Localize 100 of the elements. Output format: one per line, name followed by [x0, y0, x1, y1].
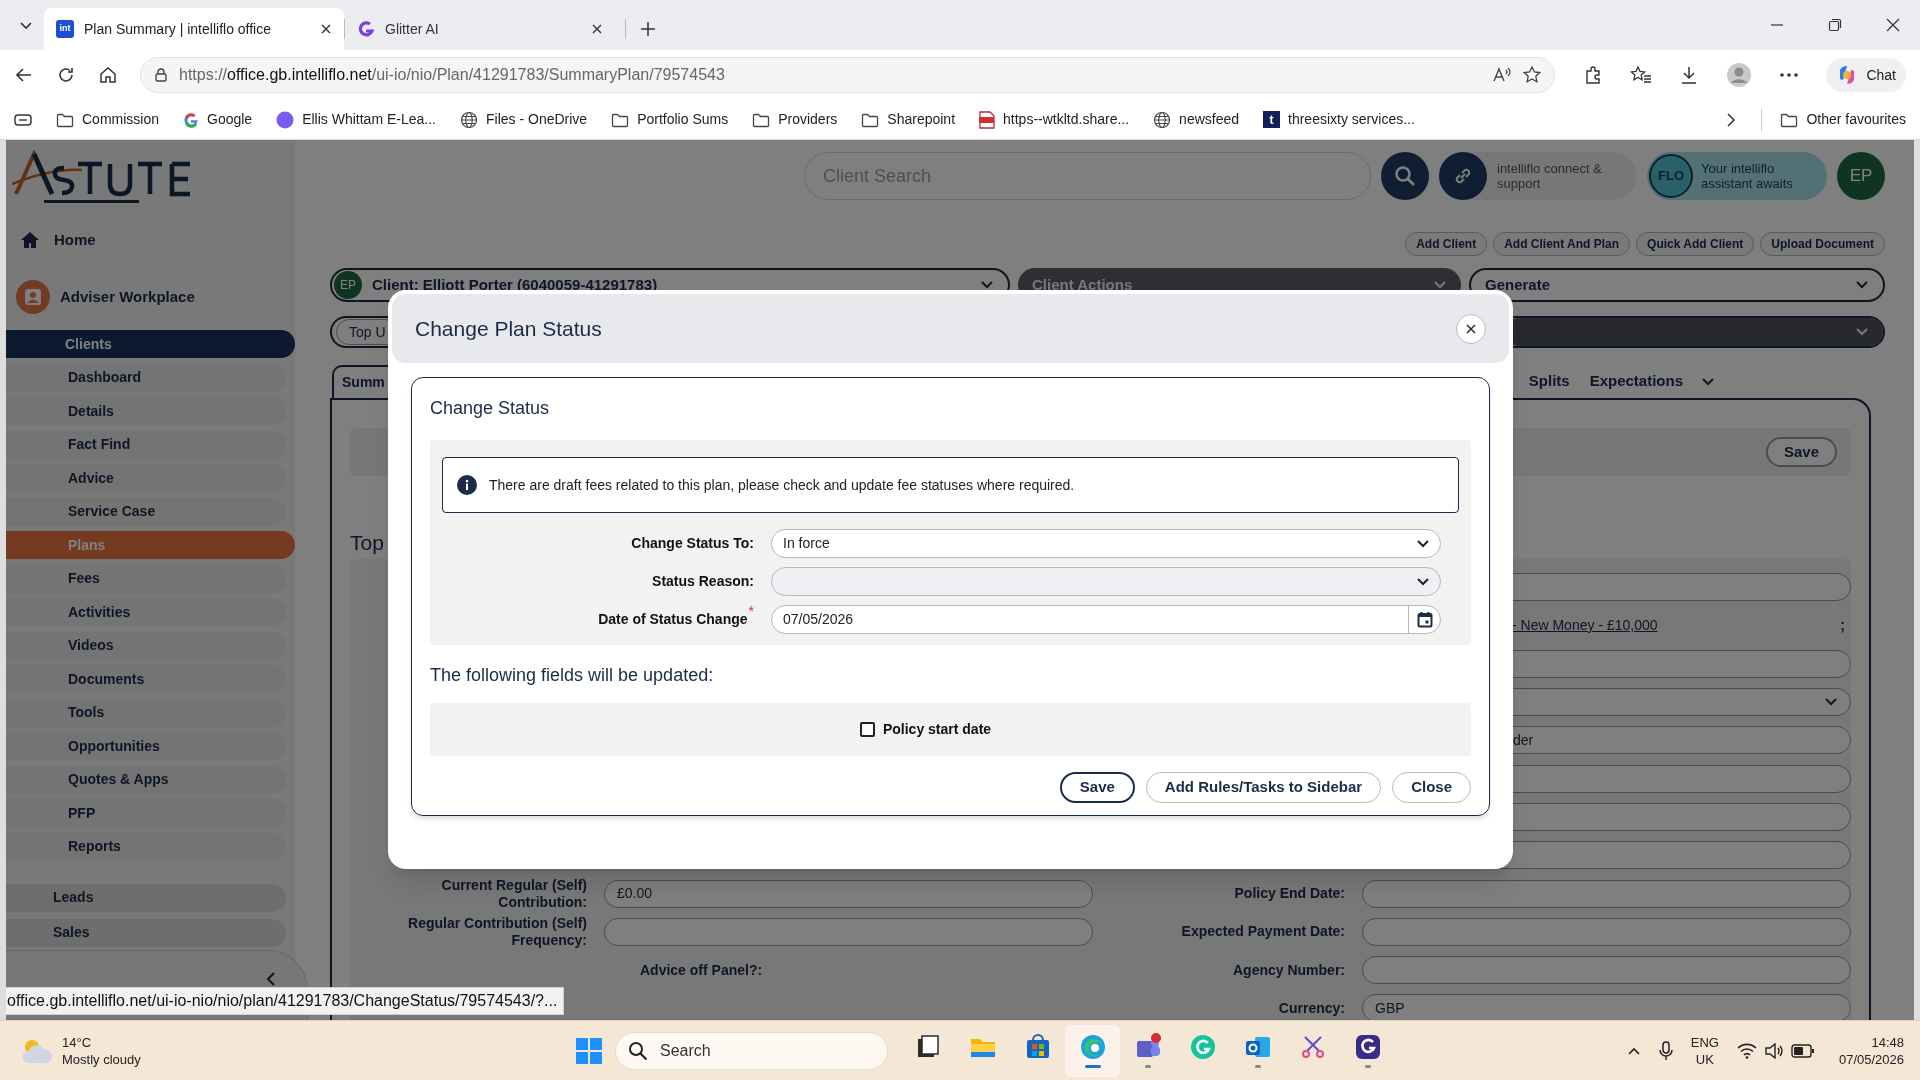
- sidebar-item[interactable]: PFP: [6, 799, 286, 827]
- bookmark[interactable]: t threesixty services...: [1263, 109, 1415, 130]
- plan-tab[interactable]: Expectations: [1579, 365, 1693, 398]
- sidebar-item[interactable]: Quotes & Apps: [6, 765, 286, 794]
- input-field[interactable]: [1362, 917, 1851, 946]
- bookmark[interactable]: newsfeed: [1153, 109, 1240, 130]
- chevron-up-icon[interactable]: [1626, 1045, 1641, 1056]
- close-icon[interactable]: [591, 23, 603, 35]
- weather-widget[interactable]: 14°C Mostly cloudy: [20, 1033, 540, 1068]
- sidebar-item[interactable]: Fact Find: [6, 430, 286, 459]
- browser-tab[interactable]: Glitter AI: [345, 8, 615, 50]
- start-icon[interactable]: [575, 1036, 603, 1065]
- dialog-button[interactable]: Save: [1059, 772, 1135, 803]
- sidebar-item[interactable]: Activities: [6, 598, 286, 626]
- close-button[interactable]: [1456, 313, 1486, 344]
- browser-tab[interactable]: int Plan Summary | intelliflo office: [44, 8, 344, 50]
- bookmark[interactable]: Ellis Whittam E-Lea...: [276, 109, 436, 130]
- restore-icon[interactable]: [1828, 18, 1842, 32]
- plan-link[interactable]: - New Money - £10,000: [1512, 614, 1658, 636]
- connect-button[interactable]: intelliflo connect & support: [1439, 152, 1637, 200]
- read-aloud-icon[interactable]: [1492, 66, 1513, 84]
- header-button[interactable]: Quick Add Client: [1636, 232, 1755, 256]
- select-field[interactable]: [771, 567, 1441, 596]
- sidebar-item[interactable]: Advice: [6, 464, 286, 492]
- date-field[interactable]: 07/05/2026: [771, 605, 1441, 634]
- battery-icon[interactable]: [1790, 1043, 1815, 1058]
- close-icon[interactable]: [1886, 18, 1900, 32]
- sidebar-item[interactable]: Dashboard: [6, 363, 286, 392]
- chevron-down-icon: [1855, 280, 1869, 290]
- search-button[interactable]: [1381, 152, 1429, 200]
- sidebar-item[interactable]: Details: [6, 397, 286, 425]
- new-tab-icon[interactable]: [640, 21, 656, 37]
- header-button[interactable]: Add Client: [1405, 232, 1488, 256]
- close-icon[interactable]: [320, 23, 332, 35]
- favicon: int: [56, 20, 74, 38]
- dialog-button[interactable]: Add Rules/Tasks to Sidebar: [1145, 772, 1382, 803]
- field-label: Policy End Date:: [1234, 885, 1345, 902]
- chevron-down-icon[interactable]: [1701, 376, 1715, 387]
- taskbar-search[interactable]: Search: [615, 1031, 888, 1070]
- chevron-right-icon[interactable]: [1725, 111, 1738, 128]
- clock[interactable]: 14:48 07/05/2026: [1838, 1033, 1904, 1068]
- language-indicator[interactable]: ENG UK: [1690, 1033, 1719, 1068]
- bookmark[interactable]: Providers: [752, 109, 838, 130]
- bookmark[interactable]: Portfolio Sums: [611, 109, 729, 130]
- input-field[interactable]: [1362, 956, 1851, 985]
- section-heading: Top: [350, 530, 384, 556]
- volume-icon[interactable]: [1764, 1042, 1783, 1059]
- checkbox[interactable]: [859, 722, 875, 737]
- home-link[interactable]: Home: [20, 222, 295, 258]
- sidebar-item[interactable]: Leads: [6, 883, 286, 912]
- collections-icon[interactable]: [14, 111, 32, 128]
- sidebar-item[interactable]: Opportunities: [6, 732, 286, 760]
- input-field[interactable]: £0.00: [604, 879, 1093, 908]
- circle-badge-icon: [276, 110, 295, 129]
- edge-icon[interactable]: [1078, 1033, 1107, 1061]
- sidebar-item[interactable]: Documents: [6, 665, 286, 693]
- sidebar-item[interactable]: Videos: [6, 631, 286, 660]
- generate-dropdown[interactable]: Generate: [1469, 268, 1885, 302]
- bookmark[interactable]: Google: [183, 109, 253, 130]
- refresh-icon[interactable]: [56, 65, 76, 85]
- glitter-app-icon[interactable]: [1353, 1033, 1382, 1061]
- adviser-workplace-link[interactable]: Adviser Workplace: [16, 278, 295, 316]
- user-avatar[interactable]: EP: [1837, 152, 1885, 200]
- sidebar-item[interactable]: Tools: [6, 698, 286, 727]
- more-icon[interactable]: [1779, 72, 1800, 78]
- sidebar-item[interactable]: Fees: [6, 564, 286, 593]
- favorites-icon[interactable]: [1630, 65, 1653, 85]
- bookmark[interactable]: Sharepoint: [861, 109, 956, 130]
- bookmark[interactable]: Other favourites: [1780, 109, 1906, 130]
- bookmark[interactable]: https--wtkltd.share...: [979, 109, 1130, 130]
- star-icon[interactable]: [1522, 65, 1543, 85]
- globe-icon: [1153, 110, 1172, 129]
- input-field[interactable]: [1362, 879, 1851, 908]
- select-field[interactable]: In force: [771, 529, 1441, 558]
- collapse-icon[interactable]: [265, 971, 277, 987]
- header-button[interactable]: Upload Document: [1760, 232, 1885, 256]
- plan-tab[interactable]: Splits: [1518, 365, 1580, 398]
- address-bar[interactable]: https://office.gb.intelliflo.net/ui-io/nio/Plan/41291783/SummaryPlan/79574543: [140, 57, 1556, 93]
- header-button[interactable]: Add Client And Plan: [1493, 232, 1631, 256]
- lock-icon: [153, 67, 169, 83]
- wifi-icon[interactable]: [1736, 1042, 1757, 1059]
- input-field[interactable]: [604, 917, 1093, 946]
- sidebar-item[interactable]: Service Case: [6, 497, 286, 526]
- save-button[interactable]: Save: [1765, 437, 1837, 467]
- bookmark[interactable]: Commission: [56, 109, 159, 130]
- field-label: Currency:: [1278, 999, 1345, 1017]
- assistant-button[interactable]: FLO Your intelliflo assistant awaits: [1647, 152, 1827, 200]
- chat-button[interactable]: Chat: [1826, 58, 1906, 92]
- microphone-icon[interactable]: [1658, 1040, 1673, 1061]
- sidebar-item[interactable]: Reports: [6, 832, 286, 861]
- input-field[interactable]: GBP: [1362, 994, 1851, 1020]
- profile-icon[interactable]: [1726, 62, 1753, 88]
- calendar-icon[interactable]: [1416, 611, 1433, 628]
- sidebar-item[interactable]: Sales: [6, 918, 286, 947]
- url-text: https://office.gb.intelliflo.net/ui-io/nio/Plan/41291783/SummaryPlan/79574543: [179, 65, 726, 85]
- dialog-button[interactable]: Close: [1392, 772, 1471, 803]
- sidebar-item[interactable]: Clients: [6, 330, 295, 358]
- status-url: office.gb.intelliflo.net/ui-io-nio/nio/plan/41291783/ChangeStatus/79574543/?...: [6, 987, 565, 1015]
- home-icon[interactable]: [98, 65, 118, 85]
- bookmark[interactable]: Files - OneDrive: [460, 109, 588, 130]
